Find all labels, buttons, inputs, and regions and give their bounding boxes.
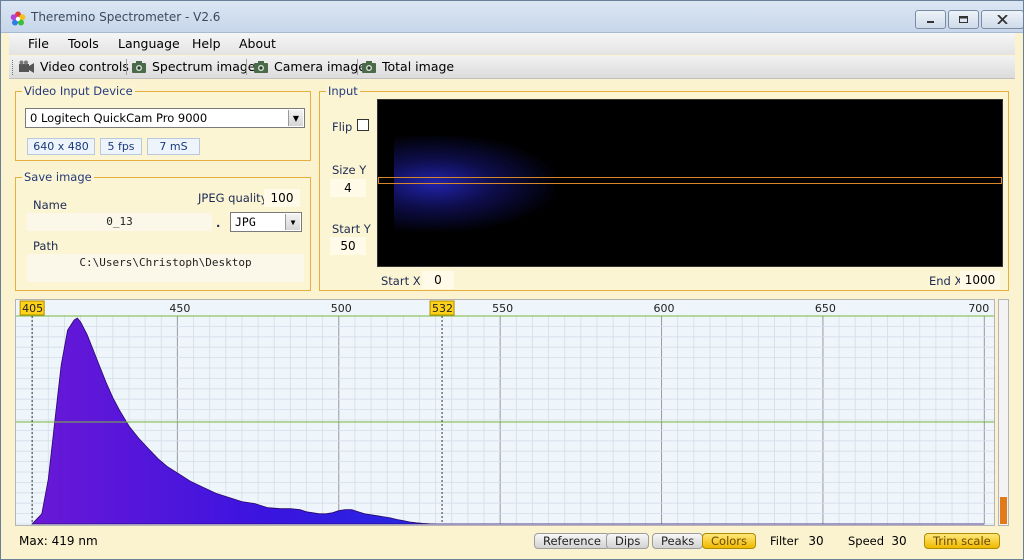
colors-button[interactable]: Colors: [702, 533, 757, 549]
tick-label-layer: 450 500 550 600 650 700: [169, 302, 989, 315]
total-image-label: Total image: [382, 59, 455, 74]
exposure-cell: 7 mS: [147, 138, 200, 155]
x-tick-label: 500: [331, 302, 352, 315]
size-y-input[interactable]: 4: [330, 179, 366, 197]
dropdown-arrow-icon[interactable]: ▼: [288, 110, 303, 126]
file-name-input[interactable]: 0_13: [27, 213, 212, 231]
save-image-group: Save image Name JPEG quality 100 0_13 . …: [15, 170, 311, 291]
dips-button[interactable]: Dips: [606, 533, 650, 549]
spectrum-image-button[interactable]: Spectrum image: [131, 59, 255, 74]
spectrum-chart[interactable]: 450 500 550 600 650 700 405 532: [15, 299, 995, 526]
speed-label: Speed: [848, 534, 885, 548]
max-readout: Max: 419 nm: [19, 534, 98, 548]
format-select-value: JPG: [235, 215, 256, 229]
close-button[interactable]: [981, 10, 1023, 29]
spectrum-image-label: Spectrum image: [152, 59, 256, 74]
path-input[interactable]: C:\Users\Christoph\Desktop: [27, 254, 304, 282]
video-camera-icon: [19, 60, 34, 73]
minimize-button[interactable]: [915, 10, 946, 29]
camera-icon: [132, 60, 146, 73]
x-tick-label: 600: [654, 302, 675, 315]
title-bar[interactable]: Theremino Spectrometer - V2.6: [1, 1, 1023, 33]
camera-icon: [254, 60, 268, 73]
app-logo-icon: [10, 11, 26, 26]
start-x-label: Start X: [381, 274, 421, 288]
start-y-label: Start Y: [332, 222, 371, 236]
save-image-group-title: Save image: [22, 170, 94, 184]
flip-label: Flip: [332, 120, 353, 134]
device-select-value: 0 Logitech QuickCam Pro 9000: [30, 111, 208, 125]
peaks-button[interactable]: Peaks: [652, 533, 704, 549]
fps-cell: 5 fps: [100, 138, 142, 155]
maximize-icon: [959, 16, 968, 23]
x-tick-label: 450: [169, 302, 190, 315]
toolbar: Video controls Spectrum image Camera ima…: [9, 56, 1015, 79]
level-meter-fill: [1000, 497, 1007, 524]
camera-image-button[interactable]: Camera image: [253, 59, 366, 74]
toolbar-separator: [357, 59, 358, 75]
x-tick-label: 650: [815, 302, 836, 315]
spectrum-plot: 450 500 550 600 650 700 405 532: [16, 300, 994, 525]
path-label: Path: [33, 239, 59, 253]
close-icon: [997, 15, 1008, 24]
speed-input[interactable]: 30: [887, 532, 911, 550]
video-input-group-title: Video Input Device: [22, 84, 135, 98]
x-tick-label: 550: [492, 302, 513, 315]
menu-help[interactable]: Help: [192, 36, 221, 51]
input-group-title: Input: [326, 84, 360, 98]
wavelength-marker-label: 532: [432, 302, 453, 315]
level-meter[interactable]: [998, 299, 1009, 526]
x-tick-label: 700: [968, 302, 989, 315]
jpeg-quality-input[interactable]: 100: [264, 189, 300, 207]
status-bar: Max: 419 nm Reference Dips Peaks Colors …: [9, 529, 1015, 553]
toolbar-separator: [126, 59, 127, 75]
format-select[interactable]: JPG ▼: [230, 212, 302, 232]
name-label: Name: [33, 198, 67, 212]
wavelength-marker-label: 405: [22, 302, 43, 315]
size-y-label: Size Y: [332, 163, 367, 177]
end-x-input[interactable]: 1000: [960, 271, 1000, 289]
window-title: Theremino Spectrometer - V2.6: [31, 10, 221, 24]
camera-icon: [362, 60, 376, 73]
camera-image-label: Camera image: [274, 59, 366, 74]
camera-preview[interactable]: [377, 99, 1003, 267]
start-y-input[interactable]: 50: [330, 237, 366, 255]
filter-label: Filter: [770, 534, 799, 548]
video-input-group: Video Input Device 0 Logitech QuickCam P…: [15, 84, 311, 161]
dropdown-arrow-icon[interactable]: ▼: [285, 214, 300, 230]
app-window: Theremino Spectrometer - V2.6 File Tools…: [0, 0, 1024, 560]
menu-about[interactable]: About: [239, 36, 276, 51]
menu-bar: File Tools Language Help About: [9, 33, 1015, 55]
end-x-label: End X: [929, 274, 963, 288]
extension-dot: .: [216, 216, 221, 230]
resolution-cell: 640 x 480: [27, 138, 95, 155]
flip-checkbox[interactable]: [357, 119, 369, 131]
video-controls-label: Video controls: [40, 59, 129, 74]
menu-tools[interactable]: Tools: [68, 36, 99, 51]
jpeg-quality-label: JPEG quality: [198, 191, 268, 205]
toolbar-grip[interactable]: [12, 60, 15, 75]
start-x-input[interactable]: 0: [422, 271, 454, 289]
toolbar-separator: [246, 59, 247, 75]
minimize-icon: [927, 21, 934, 23]
reference-button[interactable]: Reference: [534, 533, 610, 549]
total-image-button[interactable]: Total image: [361, 59, 454, 74]
device-select[interactable]: 0 Logitech QuickCam Pro 9000 ▼: [25, 108, 305, 128]
video-controls-button[interactable]: Video controls: [18, 59, 129, 74]
maximize-button[interactable]: [948, 10, 979, 29]
filter-input[interactable]: 30: [805, 532, 827, 550]
trim-scale-button[interactable]: Trim scale: [924, 533, 1000, 549]
scan-area-rectangle[interactable]: [378, 177, 1002, 184]
menu-file[interactable]: File: [28, 36, 49, 51]
menu-language[interactable]: Language: [118, 36, 180, 51]
